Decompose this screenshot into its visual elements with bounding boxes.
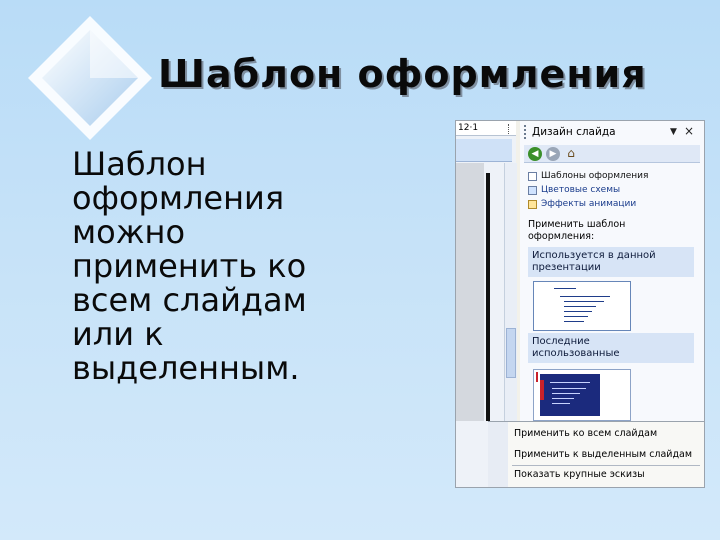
toolbar-grip[interactable] <box>508 124 511 134</box>
slide-body-text: Шаблон оформления можно применить ко все… <box>72 147 372 385</box>
menu-item-large-previews[interactable]: Показать крупные эскизы <box>514 469 645 480</box>
context-menu: Применить ко всем слайдам Применить к вы… <box>488 421 704 487</box>
body-line: всем слайдам <box>72 281 307 319</box>
section-label: использованные <box>532 348 620 359</box>
section-label: Последние <box>532 336 590 347</box>
toolbar-strip <box>456 139 512 162</box>
templates-icon <box>528 171 537 181</box>
task-pane-header: Дизайн слайда ▼ × <box>520 121 704 143</box>
menu-gutter <box>488 422 508 487</box>
body-line: применить ко <box>72 247 307 285</box>
menu-item-apply-all[interactable]: Применить ко всем слайдам <box>514 428 657 439</box>
forward-icon[interactable]: ▶ <box>546 146 560 161</box>
chevron-down-icon[interactable]: ▼ <box>670 127 677 137</box>
section-recently-used: Последние использованные <box>528 333 694 363</box>
diamond-decoration <box>28 16 152 140</box>
apply-label-line: Применить шаблон <box>528 219 626 230</box>
design-links: Шаблоны оформления Цветовые схемы Эффект… <box>528 169 698 211</box>
back-icon[interactable]: ◀ <box>528 146 542 161</box>
section-label: презентации <box>532 262 601 273</box>
section-label: Используется в данной <box>532 250 656 261</box>
powerpoint-screenshot: 12·1 Дизайн слайда ▼ × ◀ ▶ ⌂ Шаблоны офо… <box>455 120 705 488</box>
link-color-schemes[interactable]: Цветовые схемы <box>528 183 698 197</box>
template-thumbnail-current[interactable] <box>533 281 631 331</box>
slide-edit-area[interactable] <box>456 163 484 421</box>
red-accent <box>536 372 538 382</box>
task-pane: Дизайн слайда ▼ × ◀ ▶ ⌂ Шаблоны оформлен… <box>520 121 704 421</box>
body-line: можно <box>72 213 186 251</box>
slide-edge <box>486 173 490 421</box>
section-used-in-presentation: Используется в данной презентации <box>528 247 694 277</box>
home-icon[interactable]: ⌂ <box>564 147 578 160</box>
ruler: 12·1 <box>456 121 516 136</box>
pane-grip[interactable] <box>524 125 528 139</box>
link-animation-effects[interactable]: Эффекты анимации <box>528 197 698 211</box>
body-line: или к <box>72 315 164 353</box>
apply-label-line: оформления: <box>528 231 595 242</box>
apply-template-label: Применить шаблон оформления: <box>528 219 688 243</box>
task-pane-nav: ◀ ▶ ⌂ <box>524 145 700 163</box>
link-design-templates[interactable]: Шаблоны оформления <box>528 169 698 183</box>
body-line: Шаблон <box>72 145 207 183</box>
color-scheme-icon <box>528 185 537 195</box>
animation-icon <box>528 199 537 209</box>
menu-item-apply-selected[interactable]: Применить к выделенным слайдам <box>514 449 692 460</box>
dark-template-preview <box>540 374 600 416</box>
slide-title: Шаблон оформления <box>158 52 647 96</box>
menu-separator <box>512 465 700 466</box>
body-line: выделенным. <box>72 349 300 387</box>
link-label: Цветовые схемы <box>541 185 621 195</box>
body-line: оформления <box>72 179 285 217</box>
close-icon[interactable]: × <box>684 124 694 138</box>
link-label: Шаблоны оформления <box>541 171 649 181</box>
editor-scrollbar[interactable] <box>504 163 517 421</box>
link-label: Эффекты анимации <box>541 199 637 209</box>
scrollbar-thumb[interactable] <box>506 328 516 378</box>
template-thumbnail-recent[interactable] <box>533 369 631 421</box>
task-pane-title[interactable]: Дизайн слайда <box>532 126 616 138</box>
